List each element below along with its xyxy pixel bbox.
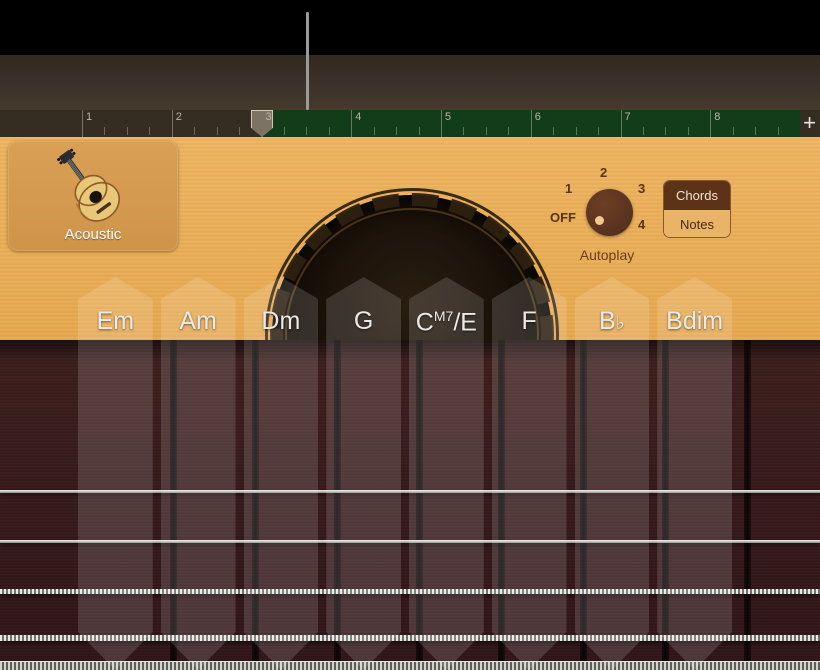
beat-tick <box>755 127 756 135</box>
playhead-bar-number: 3 <box>262 111 272 123</box>
beat-tick <box>284 127 285 135</box>
beat-tick <box>329 127 330 135</box>
beat-tick <box>643 127 644 135</box>
chord-strips: EmAmDmG CM7/E FB♭ Bdim <box>0 137 820 670</box>
bar-number: 5 <box>441 111 451 123</box>
beat-tick <box>396 127 397 135</box>
chord-strip[interactable]: Am <box>161 277 236 670</box>
chord-strip-label: Bdim <box>666 309 723 670</box>
beat-tick <box>508 127 509 135</box>
chord-strip[interactable]: B♭ <box>575 277 650 670</box>
bar-number: 1 <box>82 111 92 123</box>
beat-tick <box>374 127 375 135</box>
beat-tick <box>463 127 464 135</box>
beat-tick <box>217 127 218 135</box>
add-track-button[interactable]: + <box>803 114 816 132</box>
chord-strip[interactable]: CM7/E <box>409 277 484 670</box>
chord-strip[interactable]: Bdim <box>657 277 732 670</box>
beat-tick <box>553 127 554 135</box>
beat-tick <box>104 127 105 135</box>
beat-tick <box>486 127 487 135</box>
bar-number: 8 <box>710 111 720 123</box>
beat-tick <box>665 127 666 135</box>
bar-number: 6 <box>531 111 541 123</box>
chord-strip-label: Dm <box>261 309 300 670</box>
bar-number: 4 <box>351 111 361 123</box>
bar-number: 7 <box>621 111 631 123</box>
beat-tick <box>688 127 689 135</box>
beat-tick <box>194 127 195 135</box>
garageband-window: ? 123456783 + <box>0 0 820 670</box>
chord-strip[interactable]: Em <box>78 277 153 670</box>
beat-tick <box>733 127 734 135</box>
toolbar: ? <box>0 55 820 110</box>
chord-strip[interactable]: F <box>492 277 567 670</box>
chord-strip-label: CM7/E <box>416 309 477 670</box>
annotation-area <box>0 0 820 55</box>
beat-tick <box>576 127 577 135</box>
chord-strip-label: Am <box>179 309 217 670</box>
chord-strip[interactable]: G <box>326 277 401 670</box>
ruler-bars: 123456783 <box>82 110 800 137</box>
guitar-instrument-body: Acoustic OFF 1 2 3 4 Autoplay Chords Not… <box>0 137 820 670</box>
beat-tick <box>598 127 599 135</box>
chord-strip-label: B♭ <box>599 309 625 670</box>
playhead-point <box>251 128 273 137</box>
chord-strip[interactable]: Dm <box>244 277 319 670</box>
beat-tick <box>419 127 420 135</box>
chord-strip-label: F <box>521 309 536 670</box>
beat-tick <box>778 127 779 135</box>
chord-strip-label: Em <box>97 309 135 670</box>
beat-tick <box>149 127 150 135</box>
timeline-ruler[interactable]: 123456783 + <box>0 110 820 137</box>
bar-number: 2 <box>172 111 182 123</box>
beat-tick <box>127 127 128 135</box>
annotation-pointer-line <box>306 12 309 110</box>
beat-tick <box>239 127 240 135</box>
chord-strip-label: G <box>354 309 373 670</box>
beat-tick <box>306 127 307 135</box>
